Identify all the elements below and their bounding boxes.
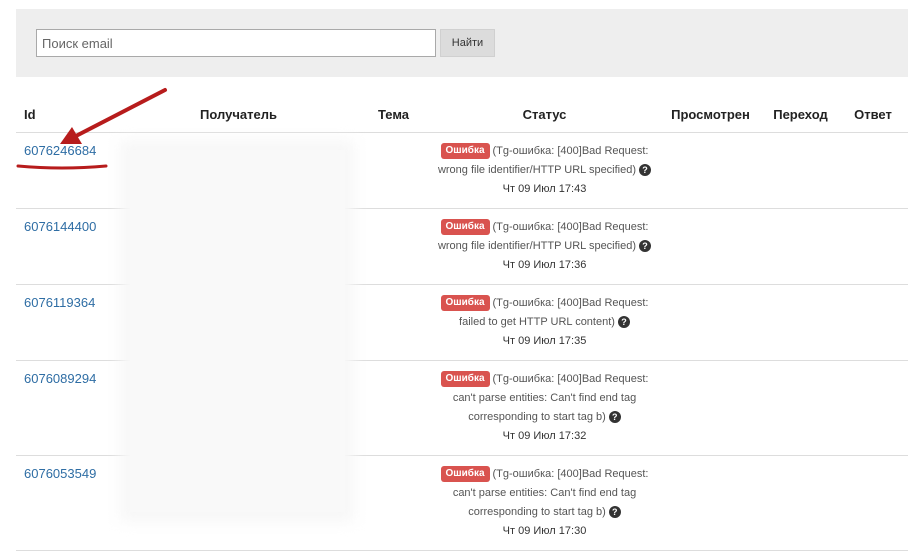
status-cell: Ошибка (Tg-ошибка: [400]Bad Request: can'… [431,455,658,551]
clicked-cell [763,284,838,361]
status-cell: Ошибка (Tg-ошибка: [400]Bad Request: wron… [431,132,658,209]
clicked-cell [763,455,838,551]
error-badge: Ошибка [440,295,490,311]
status-text: Ошибка (Tg-ошибка: [400]Bad Request: can'… [431,465,658,522]
status-date: Чт 09 Июл 17:30 [502,525,587,537]
viewed-cell [658,208,763,285]
question-circle-icon[interactable]: ? [639,240,652,252]
subject-cell [356,132,431,209]
status-text: Ошибка (Tg-ошибка: [400]Bad Request: wron… [431,142,658,180]
reply-cell [838,455,908,551]
clicked-cell [763,132,838,209]
email-id-link[interactable]: 6076089294 [24,371,96,386]
id-cell: 6076246684 [16,132,121,209]
error-badge: Ошибка [440,466,490,482]
question-circle-icon[interactable]: ? [608,506,621,518]
header-viewed: Просмотрен [658,96,763,133]
status-text: Ошибка (Tg-ошибка: [400]Bad Request: fail… [431,294,658,332]
viewed-cell [658,360,763,456]
status-date: Чт 09 Июл 17:43 [502,183,587,195]
id-cell: 6076053549 [16,455,121,551]
status-cell: Ошибка (Tg-ошибка: [400]Bad Request: wron… [431,208,658,285]
clicked-cell [763,208,838,285]
search-panel: Найти [16,9,908,77]
status-date: Чт 09 Июл 17:35 [502,335,587,347]
email-id-link[interactable]: 6076053549 [24,466,96,481]
reply-cell [838,360,908,456]
status-date: Чт 09 Июл 17:32 [502,430,587,442]
header-subject: Тема [356,96,431,133]
reply-cell [838,208,908,285]
id-cell: 6076144400 [16,208,121,285]
reply-cell [838,132,908,209]
status-text: Ошибка (Tg-ошибка: [400]Bad Request: can'… [431,370,658,427]
status-cell: Ошибка (Tg-ошибка: [400]Bad Request: can'… [431,360,658,456]
question-circle-icon[interactable]: ? [617,316,630,328]
email-id-link[interactable]: 6076144400 [24,219,96,234]
header-recipient: Получатель [121,96,356,133]
table-header-row: Id Получатель Тема Статус Просмотрен Пер… [16,96,908,133]
question-circle-icon[interactable]: ? [639,164,652,176]
error-badge: Ошибка [440,219,490,235]
subject-cell [356,284,431,361]
email-id-link[interactable]: 6076119364 [24,295,95,310]
status-cell: Ошибка (Tg-ошибка: [400]Bad Request: fail… [431,284,658,361]
subject-cell [356,360,431,456]
viewed-cell [658,284,763,361]
subject-cell [356,208,431,285]
reply-cell [838,284,908,361]
viewed-cell [658,455,763,551]
header-status: Статус [431,96,658,133]
header-id: Id [16,96,121,133]
search-button[interactable]: Найти [440,29,495,57]
question-circle-icon[interactable]: ? [608,411,621,423]
header-clicked: Переход [763,96,838,133]
subject-cell [356,455,431,551]
email-id-link[interactable]: 6076246684 [24,143,96,158]
clicked-cell [763,360,838,456]
status-date: Чт 09 Июл 17:36 [502,259,587,271]
redacted-recipient-area-inner [130,150,345,512]
search-input[interactable] [36,29,436,57]
error-badge: Ошибка [440,371,490,387]
id-cell: 6076089294 [16,360,121,456]
id-cell: 6076119364 [16,284,121,361]
error-badge: Ошибка [440,143,490,159]
header-reply: Ответ [838,96,908,133]
viewed-cell [658,132,763,209]
status-text: Ошибка (Tg-ошибка: [400]Bad Request: wron… [431,218,658,256]
